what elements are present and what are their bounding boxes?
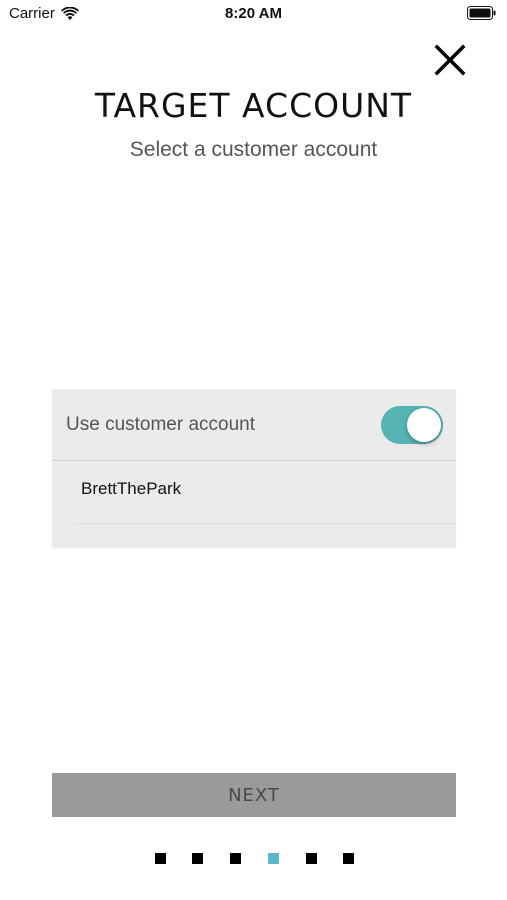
account-panel: Use customer account BrettThePark (52, 389, 456, 547)
page-dot-2[interactable] (192, 853, 203, 864)
use-customer-account-toggle[interactable] (381, 406, 443, 444)
status-time: 8:20 AM (225, 5, 282, 22)
page-dot-4[interactable] (268, 853, 279, 864)
close-button[interactable] (430, 40, 470, 80)
use-customer-account-row: Use customer account (52, 389, 456, 461)
account-name: BrettThePark (81, 479, 182, 498)
page-indicator (0, 853, 507, 865)
battery-icon (467, 6, 497, 20)
next-button[interactable]: NEXT (52, 773, 456, 817)
toggle-knob (407, 408, 441, 442)
use-customer-account-label: Use customer account (66, 414, 256, 435)
status-bar: Carrier 8:20 AM (0, 0, 507, 28)
close-icon (434, 44, 466, 76)
next-button-label: NEXT (228, 784, 280, 806)
account-list-item[interactable]: BrettThePark (52, 462, 456, 524)
page-dot-5[interactable] (306, 853, 317, 864)
page-title: TARGET ACCOUNT (94, 86, 413, 125)
page-dot-1[interactable] (155, 853, 166, 864)
page-dot-6[interactable] (343, 853, 354, 864)
page-subtitle: Select a customer account (129, 138, 378, 161)
page-dot-3[interactable] (230, 853, 241, 864)
account-divider (74, 523, 456, 524)
